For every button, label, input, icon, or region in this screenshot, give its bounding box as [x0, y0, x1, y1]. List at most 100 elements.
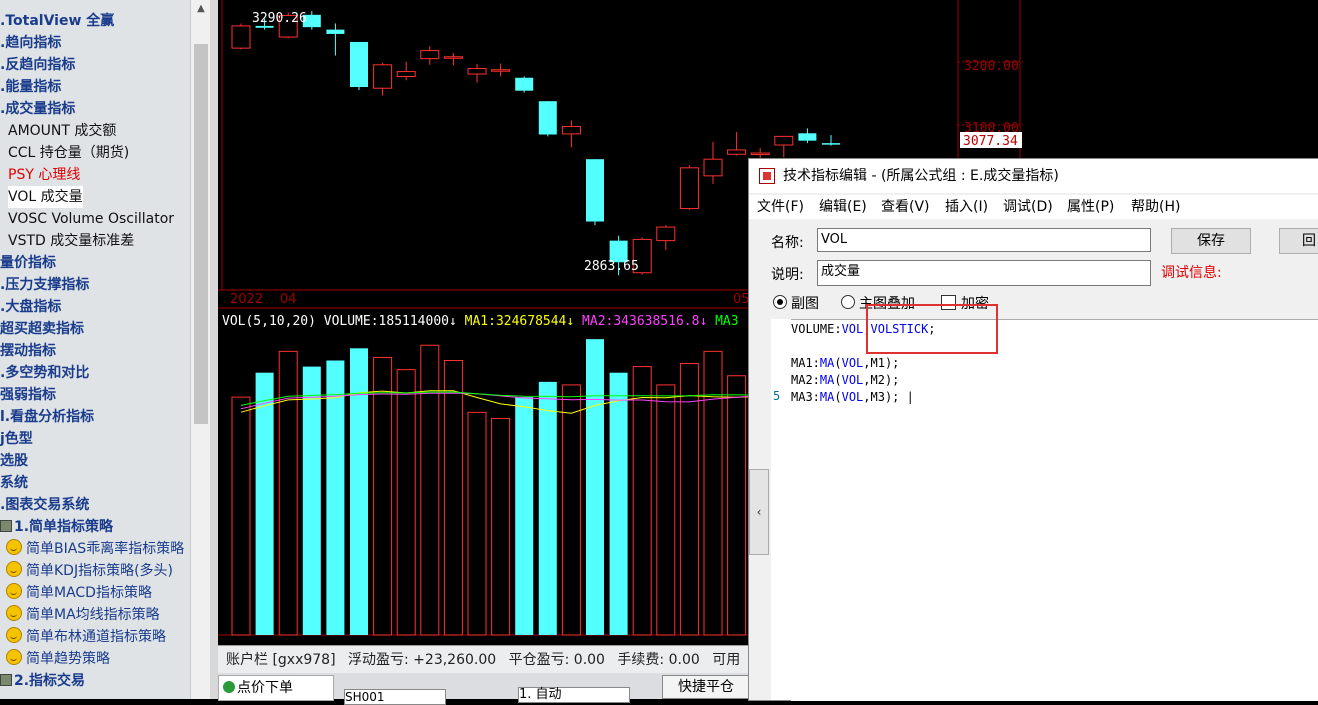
candle-body[interactable] [420, 50, 440, 60]
scroll-up-icon[interactable]: ▲ [191, 0, 211, 18]
candle-body[interactable] [373, 64, 393, 89]
tree-item[interactable]: 简单趋势策略 [6, 648, 110, 670]
tree-item[interactable]: .图表交易系统 [0, 494, 89, 516]
tab-point-order[interactable]: 点价下单 [218, 675, 334, 701]
menu-insert[interactable]: 插入(I) [945, 195, 988, 219]
candle-body[interactable] [515, 77, 534, 91]
candle-body[interactable] [586, 159, 604, 222]
dialog-titlebar[interactable]: 技术指标编辑 - (所属公式组 : E.成交量指标) [749, 159, 1318, 193]
volume-bar[interactable] [231, 396, 251, 636]
candle-body[interactable] [350, 41, 368, 87]
tree-item[interactable]: 简单MA均线指标策略 [6, 604, 160, 626]
volume-bar[interactable] [278, 350, 298, 636]
candle-body[interactable] [326, 29, 345, 34]
volume-bar[interactable] [538, 381, 557, 635]
tree-item[interactable]: 简单MACD指标策略 [6, 582, 152, 604]
candle-body[interactable] [231, 25, 251, 49]
quick-close-button[interactable]: 快捷平仓 [662, 675, 750, 699]
candle-body[interactable] [727, 149, 747, 155]
code-editor[interactable]: VOLUME:VOL,VOLSTICK; MA1:MA(VOL,M1); MA2:M… [791, 319, 1318, 701]
volume-bar[interactable] [586, 339, 604, 635]
tree-item[interactable]: j色型 [0, 428, 33, 450]
tree-item[interactable]: VSTD 成交量标准差 [8, 230, 134, 252]
radio-main-overlay[interactable] [841, 295, 855, 309]
tree-item[interactable]: .压力支撑指标 [0, 274, 89, 296]
volume-bar[interactable] [443, 360, 463, 636]
volume-bar[interactable] [350, 348, 368, 635]
volume-bar[interactable] [515, 397, 534, 635]
collapse-panel-button[interactable]: ‹ [749, 469, 769, 555]
menu-edit[interactable]: 编辑(E) [819, 195, 867, 219]
name-field[interactable]: VOL [817, 228, 1151, 252]
tree-item[interactable]: .成交量指标 [0, 98, 75, 120]
candle-body[interactable] [467, 67, 487, 75]
candle-body[interactable] [798, 133, 817, 141]
tree-item[interactable]: .TotalView 全赢 [0, 10, 114, 32]
candle-body[interactable] [822, 143, 840, 145]
tree-item[interactable]: AMOUNT 成交额 [8, 120, 116, 142]
pane-divider[interactable] [210, 0, 218, 699]
menu-file[interactable]: 文件(F) [757, 195, 804, 219]
tree-item[interactable]: PSY 心理线 [8, 164, 80, 186]
radio-subchart[interactable] [773, 295, 787, 309]
menu-help[interactable]: 帮助(H) [1131, 195, 1180, 219]
candle-body[interactable] [538, 101, 557, 135]
tree-item[interactable]: 1.简单指标策略 [0, 516, 113, 538]
tree-item[interactable]: 强弱指标 [0, 384, 56, 406]
tree-scrollbar[interactable]: ▲ [190, 0, 211, 699]
code-input[interactable]: SH001 [344, 689, 446, 705]
volume-bar[interactable] [727, 375, 747, 636]
tree-item[interactable]: .能量指标 [0, 76, 61, 98]
candle-body[interactable] [561, 125, 581, 135]
volume-bar[interactable] [396, 369, 416, 636]
volume-bar[interactable] [302, 366, 321, 635]
volume-bar[interactable] [326, 360, 345, 636]
volume-bar[interactable] [609, 372, 628, 635]
volume-bar[interactable] [632, 366, 652, 636]
candle-body[interactable] [443, 56, 463, 59]
scroll-thumb[interactable] [194, 44, 208, 424]
menu-debug[interactable]: 调试(D) [1003, 195, 1053, 219]
volume-bar[interactable] [561, 384, 581, 636]
tree-item[interactable]: VOSC Volume Oscillator [8, 208, 174, 230]
volume-bar[interactable] [491, 417, 511, 636]
desc-field[interactable]: 成交量 [817, 260, 1151, 286]
candle-body[interactable] [774, 135, 794, 146]
volume-bar[interactable] [467, 411, 487, 636]
menu-property[interactable]: 属性(P) [1067, 195, 1114, 219]
mode-select[interactable]: 1. 自动 [518, 687, 630, 703]
volume-bar[interactable] [679, 363, 699, 636]
month-label: 04 [280, 292, 297, 307]
candle-body[interactable] [656, 226, 676, 242]
tree-item[interactable]: 简单KDJ指标策略(多头) [6, 560, 173, 582]
tree-item[interactable]: 摆动指标 [0, 340, 56, 362]
volume-bar[interactable] [703, 350, 723, 636]
tree-item[interactable]: 简单BIAS乖离率指标策略 [6, 538, 184, 560]
tree-item[interactable]: l.看盘分析指标 [0, 406, 94, 428]
save-button[interactable]: 保存 [1171, 228, 1251, 254]
tree-item[interactable]: 超买超卖指标 [0, 318, 84, 340]
volume-bar[interactable] [373, 356, 393, 636]
tree-item[interactable]: 量价指标 [0, 252, 56, 274]
tree-item[interactable]: 2.指标交易 [0, 670, 85, 692]
menu-view[interactable]: 查看(V) [881, 195, 930, 219]
volume-bar[interactable] [420, 344, 440, 636]
tree-item[interactable]: .多空势和对比 [0, 362, 89, 384]
tree-item[interactable]: VOL 成交量 [8, 186, 83, 208]
tree-item[interactable]: 选股 [0, 450, 28, 472]
tree-item[interactable]: 简单布林通道指标策略 [6, 626, 166, 648]
tree-item[interactable]: .反趋向指标 [0, 54, 75, 76]
candle-body[interactable] [255, 25, 274, 28]
volume-bar[interactable] [656, 384, 676, 636]
tree-item[interactable]: CCL 持仓量（期货) [8, 142, 129, 164]
volume-bar[interactable] [255, 372, 274, 635]
extra-button[interactable]: 回 [1279, 228, 1318, 254]
tree-item[interactable]: 系统 [0, 472, 28, 494]
candle-body[interactable] [703, 158, 723, 177]
candle-body[interactable] [491, 69, 511, 72]
candle-body[interactable] [396, 71, 416, 78]
candle-body[interactable] [750, 152, 770, 156]
tree-item[interactable]: .趋向指标 [0, 32, 61, 54]
candle-body[interactable] [679, 167, 699, 210]
tree-item[interactable]: .大盘指标 [0, 296, 61, 318]
